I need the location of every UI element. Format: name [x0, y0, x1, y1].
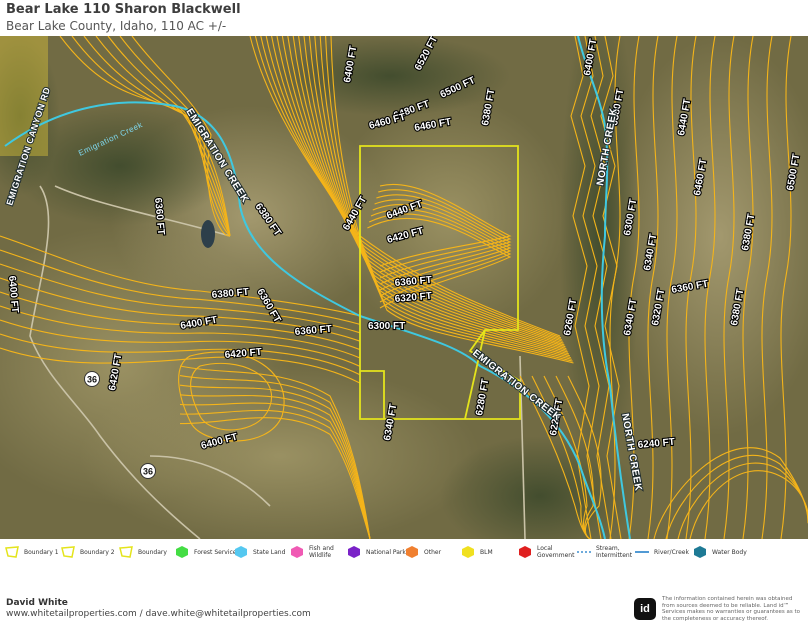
- legend-item-boundary-2: Boundary 2: [60, 545, 115, 559]
- boundary-outline-icon: [61, 546, 75, 558]
- filled-polygon-icon: [348, 546, 360, 558]
- land-id-logo: id: [634, 598, 656, 620]
- pond: [201, 220, 215, 248]
- map-legend: Boundary 1 Boundary 2 Boundary Forest Se…: [0, 545, 808, 567]
- svg-text:36: 36: [87, 375, 97, 385]
- legend-item-state-land: State Land: [233, 545, 285, 559]
- agent-contact[interactable]: www.whitetailproperties.com / dave.white…: [6, 609, 311, 619]
- filled-polygon-icon: [291, 546, 303, 558]
- legend-item-local-government: Local Government: [517, 545, 574, 559]
- legend-item-boundary-1: Boundary 1: [4, 545, 59, 559]
- legend-item-forest-service: Forest Service: [174, 545, 237, 559]
- route-shield-36-north: 36: [84, 371, 100, 387]
- disclaimer-text: The information contained herein was obt…: [662, 596, 800, 622]
- aerial-topo-map[interactable]: 6520 FT6500 FT6480 FT6460 FT 6460 FT6440 …: [0, 36, 808, 539]
- filled-polygon-icon: [176, 546, 188, 558]
- map-header: Bear Lake 110 Sharon Blackwell Bear Lake…: [6, 2, 241, 34]
- legend-item-other: Other: [404, 545, 441, 559]
- map-canvas[interactable]: 6520 FT 6500 FT 6480 FT 6460 FT 6460 FT 6440 …: [0, 36, 808, 539]
- filled-polygon-icon: [406, 546, 418, 558]
- map-subtitle: Bear Lake County, Idaho, 110 AC +/-: [6, 19, 227, 33]
- solid-line-icon: [635, 551, 649, 553]
- legend-item-fish-and-wildlife: Fish and Wildlife: [289, 545, 337, 559]
- filled-polygon-icon: [519, 546, 531, 558]
- legend-item-blm: BLM: [460, 545, 493, 559]
- route-shield-36-south: 36: [140, 463, 156, 479]
- svg-text:36: 36: [143, 467, 153, 477]
- agent-name: David White: [6, 598, 68, 608]
- dashed-line-icon: [577, 551, 591, 553]
- legend-item-boundary: Boundary: [118, 545, 167, 559]
- filled-polygon-icon: [462, 546, 474, 558]
- map-title: Bear Lake 110 Sharon Blackwell: [6, 2, 241, 17]
- contour-elevation-label: 6300 FT: [368, 321, 405, 332]
- legend-item-water-body: Water Body: [692, 545, 747, 559]
- filled-polygon-icon: [694, 546, 706, 558]
- legend-item-national-park: National Park: [346, 545, 406, 559]
- boundary-outline-icon: [5, 546, 19, 558]
- legend-item-river-creek: River/Creek: [634, 545, 689, 559]
- filled-polygon-icon: [235, 546, 247, 558]
- legend-item-stream-intermittent: Stream, Intermittent: [576, 545, 632, 559]
- boundary-outline-icon: [119, 546, 133, 558]
